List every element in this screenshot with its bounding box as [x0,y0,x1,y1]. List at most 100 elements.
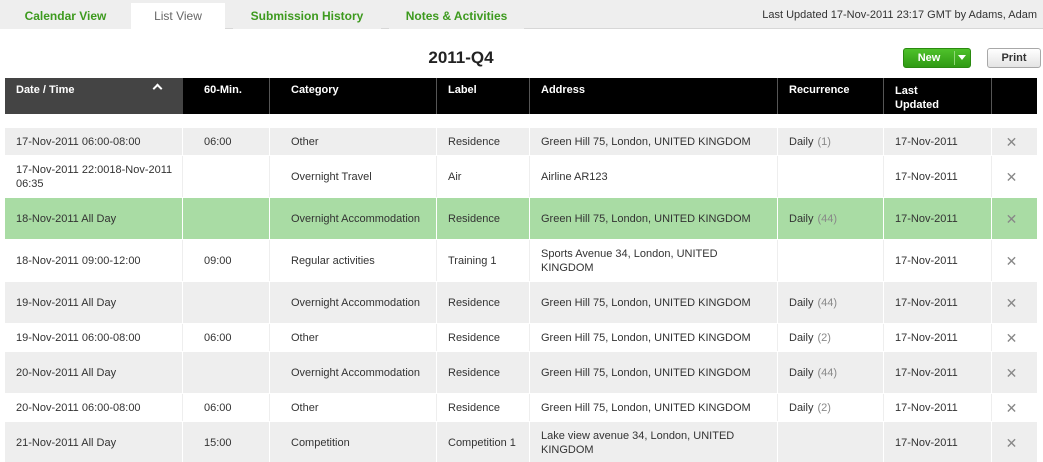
cell-date-time-text: 17-Nov-2011 06:00-08:00 [16,135,141,148]
table-row[interactable]: 18-Nov-2011 09:00-12:00 09:00 Regular acti… [5,240,1037,282]
cell-label-text: Air [448,170,462,183]
cell-category: Overnight Accommodation [280,198,437,239]
cell-last-updated: 17-Nov-2011 [884,128,992,155]
column-header-label[interactable]: Label [437,78,530,114]
cell-label-text: Residence [448,135,500,148]
cell-label-text: Residence [448,331,500,344]
table-row[interactable]: 17-Nov-2011 22:0018-Nov-2011 06:35 Overni… [5,156,1037,198]
cell-label: Residence [437,282,530,323]
cell-category-text: Other [291,331,319,344]
column-header-recurrence[interactable]: Recurrence [778,78,884,114]
delete-icon[interactable]: ✕ [992,240,1037,281]
cell-label-text: Residence [448,401,500,414]
recurrence-count[interactable]: (44) [817,212,837,226]
cell-date-time: 21-Nov-2011 All Day [5,422,183,462]
table-row[interactable]: 20-Nov-2011 06:00-08:00 06:00 Other Residen… [5,394,1037,422]
recurrence-count[interactable]: (2) [817,401,830,415]
recurrence-count[interactable]: (2) [817,331,830,345]
cell-address-text: Green Hill 75, London, UNITED KINGDOM [541,331,751,344]
cell-date-time-text: 18-Nov-2011 09:00-12:00 [16,254,141,267]
cell-category-text: Regular activities [291,254,375,267]
sort-ascending-icon[interactable] [152,83,163,94]
cell-date-time-text: 17-Nov-2011 22:0018-Nov-2011 06:35 [16,163,173,190]
column-header-last-updated[interactable]: Last Updated [884,78,992,114]
cell-category-text: Other [291,135,319,148]
cell-label: Residence [437,324,530,351]
delete-icon[interactable]: ✕ [992,156,1037,197]
cell-label-text: Training 1 [448,254,497,267]
tab-list-view[interactable]: List View [131,3,225,30]
tab-submission-history[interactable]: Submission History [233,3,381,29]
cell-label-text: Competition 1 [448,436,516,449]
delete-icon[interactable]: ✕ [992,352,1037,393]
delete-icon[interactable]: ✕ [992,198,1037,239]
table-row[interactable]: 19-Nov-2011 All Day Overnight Accommodati… [5,282,1037,324]
recurrence-count[interactable]: (44) [817,296,837,310]
cell-address-text: Airline AR123 [541,170,608,183]
cell-last-updated-text: 17-Nov-2011 [895,436,958,449]
cell-last-updated: 17-Nov-2011 [884,324,992,351]
column-header-label: Date / Time [16,84,75,96]
table-row[interactable]: 17-Nov-2011 06:00-08:00 06:00 Other Residen… [5,128,1037,156]
cell-last-updated: 17-Nov-2011 [884,394,992,421]
recurrence-count[interactable]: (1) [817,135,830,149]
table-row[interactable]: 18-Nov-2011 All Day Overnight Accommodati… [5,198,1037,240]
column-header-60-min[interactable]: 60-Min. [193,78,270,114]
cell-60-min [193,156,270,197]
cell-60-min-text: 09:00 [204,254,232,267]
table-row[interactable]: 21-Nov-2011 All Day 15:00 Competition Compe… [5,422,1037,462]
last-updated-text: Last Updated 17-Nov-2011 23:17 GMT by Ad… [762,9,1037,21]
cell-address: Sports Avenue 34, London, UNITED KINGDOM [530,240,778,281]
cell-address: Airline AR123 [530,156,778,197]
print-button[interactable]: Print [987,48,1041,68]
cell-recurrence [778,422,884,462]
column-header-category[interactable]: Category [280,78,437,114]
cell-category: Other [280,128,437,155]
cell-category-text: Competition [291,436,350,449]
delete-icon[interactable]: ✕ [992,128,1037,155]
cell-recurrence: Daily (2) [778,394,884,421]
cell-60-min [193,352,270,393]
cell-label: Competition 1 [437,422,530,462]
cell-60-min-text: 15:00 [204,436,232,449]
cell-last-updated-text: 17-Nov-2011 [895,212,958,225]
recurrence-count[interactable]: (44) [817,366,837,380]
table-body: 17-Nov-2011 06:00-08:00 06:00 Other Residen… [5,128,1037,462]
cell-60-min-text: 06:00 [204,135,232,148]
cell-date-time-text: 19-Nov-2011 06:00-08:00 [16,331,141,344]
recurrence-text: Daily [789,401,814,414]
cell-address: Green Hill 75, London, UNITED KINGDOM [530,128,778,155]
table-row[interactable]: 19-Nov-2011 06:00-08:00 06:00 Other Residen… [5,324,1037,352]
delete-icon[interactable]: ✕ [992,394,1037,421]
delete-icon[interactable]: ✕ [992,422,1037,462]
new-button-label: New [917,52,941,64]
column-header-address[interactable]: Address [530,78,778,114]
cell-date-time-text: 20-Nov-2011 06:00-08:00 [16,401,141,414]
cell-category: Overnight Accommodation [280,352,437,393]
cell-60-min: 15:00 [193,422,270,462]
cell-last-updated: 17-Nov-2011 [884,352,992,393]
cell-60-min-text: 06:00 [204,331,232,344]
cell-date-time-text: 18-Nov-2011 All Day [16,212,117,225]
recurrence-text: Daily [789,366,814,379]
tab-calendar-view[interactable]: Calendar View [0,3,131,29]
table-row[interactable]: 20-Nov-2011 All Day Overnight Accommodati… [5,352,1037,394]
new-button[interactable]: New [903,48,971,68]
cell-label-text: Residence [448,212,500,225]
delete-icon[interactable]: ✕ [992,324,1037,351]
cell-category: Other [280,394,437,421]
cell-date-time: 19-Nov-2011 06:00-08:00 [5,324,183,351]
column-header-date-time[interactable]: Date / Time [5,78,183,114]
new-button-divider [954,51,955,65]
chevron-down-icon[interactable] [958,55,966,60]
cell-date-time-text: 21-Nov-2011 All Day [16,436,117,449]
recurrence-text: Daily [789,331,814,344]
delete-icon[interactable]: ✕ [992,282,1037,323]
cell-address-text: Green Hill 75, London, UNITED KINGDOM [541,296,751,309]
cell-label: Air [437,156,530,197]
cell-recurrence: Daily (44) [778,352,884,393]
cell-category: Overnight Travel [280,156,437,197]
tab-notes-activities[interactable]: Notes & Activities [389,3,524,29]
table-header: Date / Time 60-Min. Category Label Addre… [5,78,1037,114]
cell-address-text: Green Hill 75, London, UNITED KINGDOM [541,212,751,225]
